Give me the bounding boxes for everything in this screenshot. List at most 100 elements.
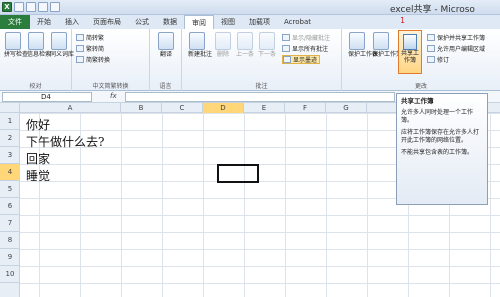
prev-comment-icon xyxy=(237,32,253,50)
column-header-f[interactable]: F xyxy=(285,103,326,113)
to-traditional-button[interactable]: 简转繁 xyxy=(76,33,104,42)
spell-check-icon xyxy=(5,32,21,50)
new-comment-icon xyxy=(189,32,205,50)
row-header-5[interactable]: 5 xyxy=(0,181,20,198)
ribbon: 拼写检查 信息检索 同义词库 校对 简转繁 繁转简 简繁转换 中文简繁转换 翻译… xyxy=(0,16,500,91)
quick-access-toolbar xyxy=(2,2,60,12)
row-header-8[interactable]: 8 xyxy=(0,232,20,249)
row-header-2[interactable]: 2 xyxy=(0,130,20,147)
tab-addins[interactable]: 加载项 xyxy=(242,15,277,29)
group-label-proofing: 校对 xyxy=(29,83,42,90)
tooltip-title: 共享工作簿 xyxy=(401,97,434,105)
protect-sheet-button[interactable]: 保护工作表 xyxy=(348,32,378,58)
cell-a2[interactable]: 下午做什么去? xyxy=(26,133,104,150)
excel-logo-icon xyxy=(2,2,12,12)
allow-edit-ranges-button[interactable]: 允许用户编辑区域 xyxy=(427,44,485,53)
tab-data[interactable]: 数据 xyxy=(156,15,184,29)
group-proofing: 拼写检查 信息检索 同义词库 校对 xyxy=(0,29,74,91)
next-comment-button[interactable]: 下一条 xyxy=(258,32,276,58)
ribbon-tabs: 文件 开始 插入 页面布局 公式 数据 审阅 视图 加载项 Acrobat xyxy=(0,15,500,29)
tab-acrobat[interactable]: Acrobat xyxy=(277,15,318,29)
tab-formulas[interactable]: 公式 xyxy=(128,15,156,29)
share-workbook-icon xyxy=(403,34,417,50)
tooltip-line-3: 不能共享包含表的工作簿。 xyxy=(401,149,474,156)
group-comments: 新建批注 删除 上一条 下一条 显示/隐藏批注 显示所有批注 显示墨迹 批注 xyxy=(182,29,342,91)
thesaurus-icon xyxy=(51,32,67,50)
group-label-chinese: 中文简繁转换 xyxy=(92,83,129,90)
translate-icon xyxy=(158,32,174,50)
translate-button[interactable]: 翻译 xyxy=(157,32,175,58)
name-box[interactable]: D4 xyxy=(2,92,92,102)
research-icon xyxy=(28,32,44,50)
cell-a1[interactable]: 你好 xyxy=(26,116,50,133)
next-comment-icon xyxy=(259,32,275,50)
share-workbook-button[interactable]: 共享工作簿 xyxy=(398,30,422,74)
select-all-corner[interactable] xyxy=(0,103,20,113)
convert-button[interactable]: 简繁转换 xyxy=(76,55,110,64)
column-header-g[interactable]: G xyxy=(326,103,367,113)
row-header-7[interactable]: 7 xyxy=(0,215,20,232)
trad-icon xyxy=(76,34,84,41)
row-header-1[interactable]: 1 xyxy=(0,113,20,130)
show-all-icon xyxy=(282,45,290,52)
title-bar: excel共享 - Microso xyxy=(0,0,500,15)
column-header-a[interactable]: A xyxy=(20,103,121,113)
row-header-6[interactable]: 6 xyxy=(0,198,20,215)
column-header-e[interactable]: E xyxy=(244,103,285,113)
tab-home[interactable]: 开始 xyxy=(30,15,58,29)
protect-share-icon xyxy=(427,34,435,41)
column-header-b[interactable]: B xyxy=(121,103,162,113)
undo-icon[interactable] xyxy=(26,2,36,12)
prev-comment-button[interactable]: 上一条 xyxy=(236,32,254,58)
redo-icon[interactable] xyxy=(38,2,48,12)
step-marker: 1 xyxy=(400,16,406,25)
allow-edit-icon xyxy=(427,45,435,52)
row-header-3[interactable]: 3 xyxy=(0,147,20,164)
column-header-c[interactable]: C xyxy=(162,103,203,113)
window-title: excel共享 - Microso xyxy=(390,5,475,15)
cell-a3[interactable]: 回家 xyxy=(26,150,50,167)
save-icon[interactable] xyxy=(14,2,24,12)
thesaurus-button[interactable]: 同义词库 xyxy=(50,32,74,58)
cell-a4[interactable]: 睡觉 xyxy=(26,167,50,184)
track-changes-button[interactable]: 修订 xyxy=(427,55,449,64)
protect-share-button[interactable]: 保护并共享工作簿 xyxy=(427,33,485,42)
delete-comment-icon xyxy=(215,32,231,50)
row-header-4[interactable]: 4 xyxy=(0,164,20,181)
column-header-d[interactable]: D xyxy=(203,103,244,113)
convert-icon xyxy=(76,56,84,63)
track-changes-icon xyxy=(427,56,435,63)
show-all-comments-button[interactable]: 显示所有批注 xyxy=(282,44,328,53)
show-hide-comment-button[interactable]: 显示/隐藏批注 xyxy=(282,33,330,42)
customize-icon[interactable] xyxy=(50,2,60,12)
tooltip-line-1: 允许多人同时处理一个工作簿。 xyxy=(401,109,474,124)
active-cell-d4[interactable] xyxy=(217,164,259,183)
to-simplified-button[interactable]: 繁转简 xyxy=(76,44,104,53)
show-ink-button[interactable]: 显示墨迹 xyxy=(282,55,321,64)
fx-icon[interactable]: fx xyxy=(110,92,117,100)
group-label-changes: 更改 xyxy=(414,83,427,90)
tab-review[interactable]: 审阅 xyxy=(184,15,214,29)
row-header-10[interactable]: 10 xyxy=(0,266,20,283)
tab-insert[interactable]: 插入 xyxy=(58,15,86,29)
tooltip-line-2: 应将工作簿保存在允许多人打开此工作簿的网络位置。 xyxy=(401,129,480,144)
tab-file[interactable]: 文件 xyxy=(0,15,30,29)
row-header-9[interactable]: 9 xyxy=(0,249,20,266)
show-ink-icon xyxy=(283,56,291,63)
formula-input[interactable] xyxy=(125,92,395,102)
research-button[interactable]: 信息检索 xyxy=(27,32,51,58)
group-chinese-conversion: 简转繁 繁转简 简繁转换 中文简繁转换 xyxy=(72,29,150,91)
share-workbook-tooltip: 共享工作簿 允许多人同时处理一个工作簿。 应将工作簿保存在允许多人打开此工作簿的… xyxy=(396,93,488,205)
spell-check-button[interactable]: 拼写检查 xyxy=(4,32,28,58)
new-comment-button[interactable]: 新建批注 xyxy=(188,32,212,58)
tab-page-layout[interactable]: 页面布局 xyxy=(86,15,128,29)
group-label-comments: 批注 xyxy=(255,83,268,90)
protect-sheet-icon xyxy=(349,32,365,50)
protect-workbook-icon xyxy=(373,32,389,50)
group-label-language: 语言 xyxy=(159,83,172,90)
delete-comment-button[interactable]: 删除 xyxy=(214,32,232,58)
protect-workbook-button[interactable]: 保护工作簿 xyxy=(372,32,402,58)
show-hide-icon xyxy=(282,34,290,41)
simp-icon xyxy=(76,45,84,52)
tab-view[interactable]: 视图 xyxy=(214,15,242,29)
